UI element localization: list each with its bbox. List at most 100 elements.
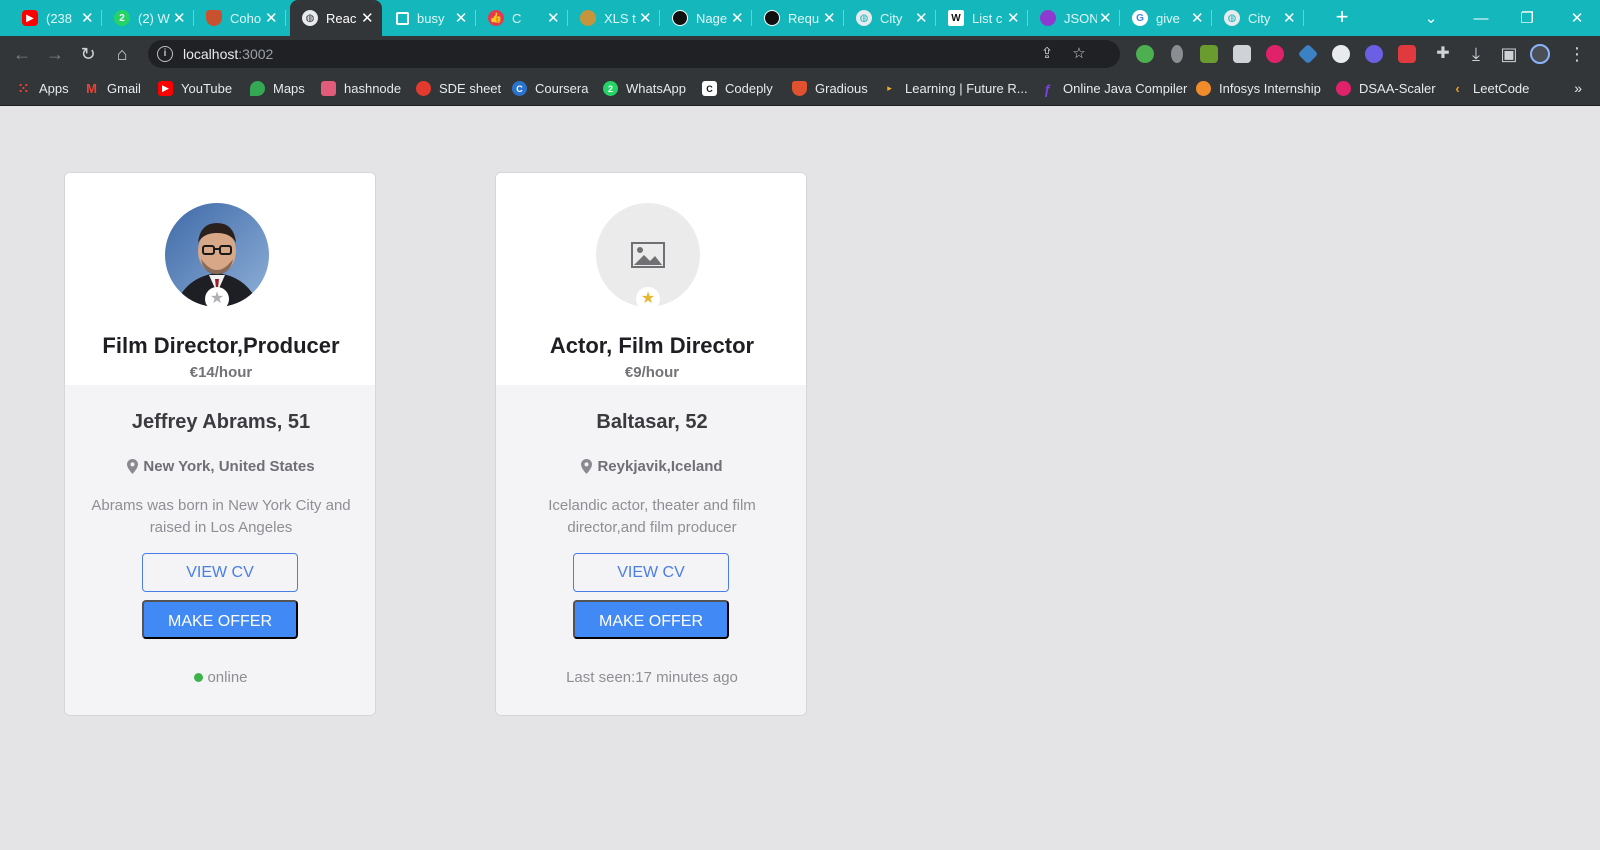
- browser-tab[interactable]: Requ ✕: [752, 0, 844, 36]
- browser-tab[interactable]: G give ✕: [1120, 0, 1212, 36]
- window-close-icon[interactable]: ✕: [1554, 0, 1600, 36]
- browser-tab[interactable]: XLS t ✕: [568, 0, 660, 36]
- address-bar[interactable]: i localhost:3002 ⇪ ☆: [148, 40, 1120, 68]
- extension-icon[interactable]: [1171, 45, 1183, 63]
- browser-tab[interactable]: Nage ✕: [660, 0, 752, 36]
- bookmark-whatsapp[interactable]: 2 WhatsApp: [603, 81, 686, 96]
- browser-tab[interactable]: ◍ City ✕: [1212, 0, 1304, 36]
- minimize-icon[interactable]: —: [1458, 0, 1504, 36]
- browser-tab[interactable]: busy ✕: [384, 0, 476, 36]
- bookmark-learning[interactable]: ▸ Learning | Future R...: [882, 81, 1027, 96]
- close-icon[interactable]: ✕: [1189, 9, 1206, 27]
- extension-icon[interactable]: [1266, 45, 1284, 63]
- puzzle-extensions-icon[interactable]: ✚: [1431, 42, 1455, 66]
- profile-role: Film Director,Producer: [102, 333, 340, 358]
- side-panel-icon[interactable]: ▣: [1497, 42, 1521, 66]
- close-icon[interactable]: ✕: [359, 9, 376, 27]
- browser-tab[interactable]: JSON ✕: [1028, 0, 1120, 36]
- close-icon[interactable]: ✕: [913, 9, 930, 27]
- reload-icon[interactable]: ↻: [76, 42, 100, 66]
- extension-icon[interactable]: [1200, 45, 1218, 63]
- bookmark-infosys[interactable]: Infosys Internship: [1196, 81, 1321, 96]
- extension-icon[interactable]: [1297, 43, 1319, 65]
- browser-tab[interactable]: 👍 C ✕: [476, 0, 568, 36]
- download-icon[interactable]: ⤓: [1464, 42, 1488, 66]
- view-cv-button[interactable]: VIEW CV: [573, 553, 729, 592]
- browser-tab[interactable]: W List c ✕: [936, 0, 1028, 36]
- new-tab-icon[interactable]: +: [1330, 6, 1354, 30]
- shield-icon: [206, 10, 222, 26]
- hourly-rate: €14/hour: [189, 364, 253, 381]
- close-icon[interactable]: ✕: [452, 9, 470, 27]
- bookmark-online-java-compiler[interactable]: ƒ Online Java Compiler: [1040, 80, 1188, 97]
- view-cv-button[interactable]: VIEW CV: [142, 553, 298, 592]
- make-offer-button[interactable]: MAKE OFFER: [142, 600, 298, 639]
- avatar: ★: [596, 203, 700, 311]
- bookmark-hashnode[interactable]: hashnode: [321, 81, 401, 96]
- image-placeholder-icon: [631, 242, 665, 268]
- codeply-icon: C: [702, 81, 717, 96]
- thumbs-up-icon: 👍: [488, 10, 504, 26]
- bookmark-dsaa-scaler[interactable]: DSAA-Scaler: [1336, 81, 1436, 96]
- bookmark-apps[interactable]: ⁙ Apps: [16, 81, 69, 97]
- leetcode-icon: ‹: [1455, 81, 1460, 96]
- make-offer-button[interactable]: MAKE OFFER: [573, 600, 729, 639]
- bookmark-gradious[interactable]: Gradious: [792, 81, 868, 96]
- profile-avatar-icon[interactable]: [1530, 44, 1550, 64]
- browser-tab-active[interactable]: ◍ Reac ✕: [290, 0, 382, 36]
- browser-tab[interactable]: 2 (2) W ✕: [102, 0, 194, 36]
- home-icon[interactable]: ⌂: [110, 42, 134, 66]
- online-dot-icon: [194, 673, 204, 682]
- bookmark-sde-sheet[interactable]: SDE sheet: [416, 81, 501, 96]
- share-icon[interactable]: ⇪: [1038, 45, 1056, 63]
- forward-icon[interactable]: →: [43, 42, 67, 66]
- bookmark-maps[interactable]: Maps: [250, 81, 305, 96]
- star-icon[interactable]: ★: [636, 287, 660, 311]
- close-icon[interactable]: ✕: [263, 9, 280, 27]
- profile-role: Actor, Film Director: [549, 333, 755, 358]
- extension-icon[interactable]: [1136, 45, 1154, 63]
- menu-kebab-icon[interactable]: ⋮: [1565, 42, 1589, 66]
- close-icon[interactable]: ✕: [545, 9, 562, 27]
- browser-tab[interactable]: Coho ✕: [194, 0, 286, 36]
- site-info-icon[interactable]: i: [157, 46, 173, 62]
- close-icon[interactable]: ✕: [637, 9, 654, 27]
- status-last-seen: Last seen:17 minutes ago: [566, 669, 738, 686]
- extension-icon[interactable]: [1398, 45, 1416, 63]
- browser-tab[interactable]: ▶ (238 ✕: [10, 0, 102, 36]
- bookmark-codeply[interactable]: C Codeply: [702, 81, 773, 96]
- close-icon[interactable]: ✕: [1005, 9, 1022, 27]
- back-icon[interactable]: ←: [10, 42, 34, 66]
- bookmark-leetcode[interactable]: ‹ LeetCode: [1450, 81, 1529, 96]
- close-icon[interactable]: ✕: [1281, 9, 1298, 27]
- close-icon[interactable]: ✕: [79, 9, 96, 27]
- close-icon[interactable]: ✕: [1097, 9, 1114, 27]
- maps-pin-icon: [250, 81, 265, 96]
- hashnode-icon: [321, 81, 336, 96]
- extension-icon[interactable]: [1233, 45, 1251, 63]
- gradious-icon: [792, 81, 807, 96]
- globe-icon: ◍: [302, 10, 318, 26]
- page-content: ★ Film Director,Producer €14/hour Jeffre…: [0, 106, 1600, 850]
- status-online: online: [65, 669, 375, 686]
- extension-icon[interactable]: [1365, 45, 1383, 63]
- close-icon[interactable]: ✕: [729, 9, 746, 27]
- profile-card-body: Baltasar, 52 Reykjavik,Iceland Icelandic…: [496, 385, 806, 715]
- location-pin-icon: [127, 459, 139, 474]
- bookmarks-overflow-icon[interactable]: »: [1574, 80, 1582, 96]
- close-icon[interactable]: ✕: [171, 9, 188, 27]
- star-icon[interactable]: ★: [205, 287, 229, 311]
- bookmark-youtube[interactable]: ▶ YouTube: [158, 81, 232, 96]
- java-compiler-icon: ƒ: [1043, 80, 1052, 97]
- scaler-icon: [1336, 81, 1351, 96]
- tab-search-icon[interactable]: ⌄: [1408, 0, 1454, 36]
- bookmark-coursera[interactable]: C Coursera: [512, 81, 588, 96]
- close-icon[interactable]: ✕: [821, 9, 838, 27]
- restore-icon[interactable]: ❐: [1504, 0, 1550, 36]
- bookmark-star-icon[interactable]: ☆: [1070, 45, 1088, 63]
- github-icon: [672, 10, 688, 26]
- extension-icon[interactable]: [1332, 45, 1350, 63]
- avatar: ★: [165, 203, 269, 311]
- bookmark-gmail[interactable]: M Gmail: [84, 81, 141, 96]
- browser-tab[interactable]: ◍ City ✕: [844, 0, 936, 36]
